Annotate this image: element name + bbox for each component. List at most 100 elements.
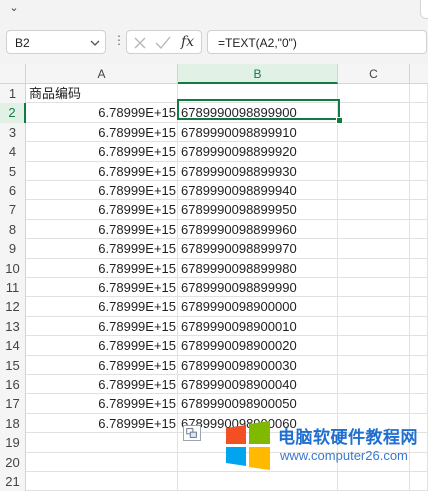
more-options-icon[interactable]: ⋮ (113, 33, 125, 47)
cell-d[interactable] (410, 161, 428, 181)
cell-b[interactable]: 6789990098899950 (178, 200, 338, 220)
cell-a[interactable] (26, 452, 178, 472)
cell-b[interactable]: 6789990098899960 (178, 219, 338, 240)
cell-a[interactable]: 6.78999E+15 (26, 336, 178, 356)
row-header[interactable]: 1 (0, 84, 26, 104)
cell-a[interactable]: 6.78999E+15 (26, 161, 178, 181)
cell-a[interactable]: 商品编码 (26, 84, 178, 104)
column-header-c[interactable]: C (338, 64, 410, 84)
select-all-corner[interactable] (0, 64, 26, 84)
cell-d[interactable] (410, 336, 428, 356)
column-header-d[interactable] (410, 64, 428, 84)
enter-check-icon[interactable] (155, 36, 171, 50)
cell-c[interactable] (338, 122, 410, 143)
cell-a[interactable]: 6.78999E+15 (26, 394, 178, 414)
cell-c[interactable] (338, 355, 410, 375)
cell-a[interactable]: 6.78999E+15 (26, 200, 178, 220)
cell-b[interactable]: 6789990098900030 (178, 355, 338, 375)
cell-b[interactable]: 6789990098899940 (178, 181, 338, 201)
cell-d[interactable] (410, 181, 428, 201)
column-header-a[interactable]: A (26, 64, 178, 84)
cell-d[interactable] (410, 375, 428, 395)
formula-input[interactable]: =TEXT(A2,"0") (207, 30, 427, 54)
cell-d[interactable] (410, 122, 428, 143)
cell-c[interactable] (338, 103, 410, 123)
fill-handle[interactable] (336, 117, 343, 124)
row-header[interactable]: 6 (0, 181, 26, 201)
paste-options-icon[interactable] (183, 425, 201, 441)
row-header[interactable]: 21 (0, 472, 26, 491)
cell-d[interactable] (410, 394, 428, 414)
cell-b[interactable]: 6789990098899980 (178, 258, 338, 278)
cell-c[interactable] (338, 316, 410, 337)
cell-d[interactable] (410, 297, 428, 317)
row-header[interactable]: 2 (0, 103, 26, 123)
cell-c[interactable] (338, 258, 410, 278)
cell-a[interactable] (26, 433, 178, 453)
cell-c[interactable] (338, 84, 410, 104)
row-header[interactable]: 8 (0, 219, 26, 240)
cell-d[interactable] (410, 84, 428, 104)
cell-c[interactable] (338, 161, 410, 181)
name-box[interactable]: B2 (6, 30, 106, 54)
cell-c[interactable] (338, 375, 410, 395)
cell-a[interactable]: 6.78999E+15 (26, 278, 178, 298)
cell-a[interactable]: 6.78999E+15 (26, 122, 178, 143)
cell-d[interactable] (410, 278, 428, 298)
cell-a[interactable]: 6.78999E+15 (26, 355, 178, 375)
cell-b[interactable]: 6789990098900000 (178, 297, 338, 317)
cell-c[interactable] (338, 336, 410, 356)
chevron-down-icon[interactable] (90, 38, 100, 48)
row-header[interactable]: 18 (0, 413, 26, 434)
cell-a[interactable]: 6.78999E+15 (26, 103, 178, 123)
cell-d[interactable] (410, 142, 428, 162)
row-header[interactable]: 19 (0, 433, 26, 453)
cell-c[interactable] (338, 297, 410, 317)
row-header[interactable]: 11 (0, 278, 26, 298)
cell-c[interactable] (338, 200, 410, 220)
cell-b[interactable]: 6789990098899920 (178, 142, 338, 162)
cell-a[interactable]: 6.78999E+15 (26, 375, 178, 395)
row-header[interactable]: 5 (0, 161, 26, 181)
cell-d[interactable] (410, 219, 428, 240)
cancel-icon[interactable] (133, 36, 147, 50)
cell-d[interactable] (410, 200, 428, 220)
cell-a[interactable] (26, 472, 178, 491)
cell-c[interactable] (338, 181, 410, 201)
cell-b[interactable]: 6789990098899990 (178, 278, 338, 298)
cell-a[interactable]: 6.78999E+15 (26, 219, 178, 240)
cell-d[interactable] (410, 316, 428, 337)
cell-a[interactable]: 6.78999E+15 (26, 413, 178, 434)
column-header-b[interactable]: B (178, 64, 338, 84)
ribbon-collapse-button[interactable]: ⌄ (4, 0, 24, 20)
row-header[interactable]: 10 (0, 258, 26, 278)
cell-d[interactable] (410, 258, 428, 278)
cell-b[interactable]: 6789990098899910 (178, 122, 338, 143)
cell-d[interactable] (410, 239, 428, 259)
cell-a[interactable]: 6.78999E+15 (26, 239, 178, 259)
cell-b[interactable]: 6789990098900050 (178, 394, 338, 414)
cell-d[interactable] (410, 103, 428, 123)
row-header[interactable]: 12 (0, 297, 26, 317)
cell-a[interactable]: 6.78999E+15 (26, 258, 178, 278)
row-header[interactable]: 20 (0, 452, 26, 472)
cell-c[interactable] (338, 239, 410, 259)
row-header[interactable]: 14 (0, 336, 26, 356)
cell-b[interactable]: 6789990098899970 (178, 239, 338, 259)
cell-b[interactable]: 6789990098899930 (178, 161, 338, 181)
row-header[interactable]: 3 (0, 122, 26, 143)
row-header[interactable]: 4 (0, 142, 26, 162)
cell-a[interactable]: 6.78999E+15 (26, 181, 178, 201)
row-header[interactable]: 17 (0, 394, 26, 414)
row-header[interactable]: 16 (0, 375, 26, 395)
cell-c[interactable] (338, 142, 410, 162)
cell-b[interactable]: 6789990098900010 (178, 316, 338, 337)
cell-b[interactable]: 6789990098900020 (178, 336, 338, 356)
cell-c[interactable] (338, 472, 410, 491)
spreadsheet-grid[interactable]: A B C 1 商品编码 2 6.78999E+15 6789990098899900 3… (0, 64, 428, 491)
row-header[interactable]: 9 (0, 239, 26, 259)
cell-a[interactable]: 6.78999E+15 (26, 297, 178, 317)
cell-a[interactable]: 6.78999E+15 (26, 316, 178, 337)
cell-a[interactable]: 6.78999E+15 (26, 142, 178, 162)
cell-c[interactable] (338, 278, 410, 298)
